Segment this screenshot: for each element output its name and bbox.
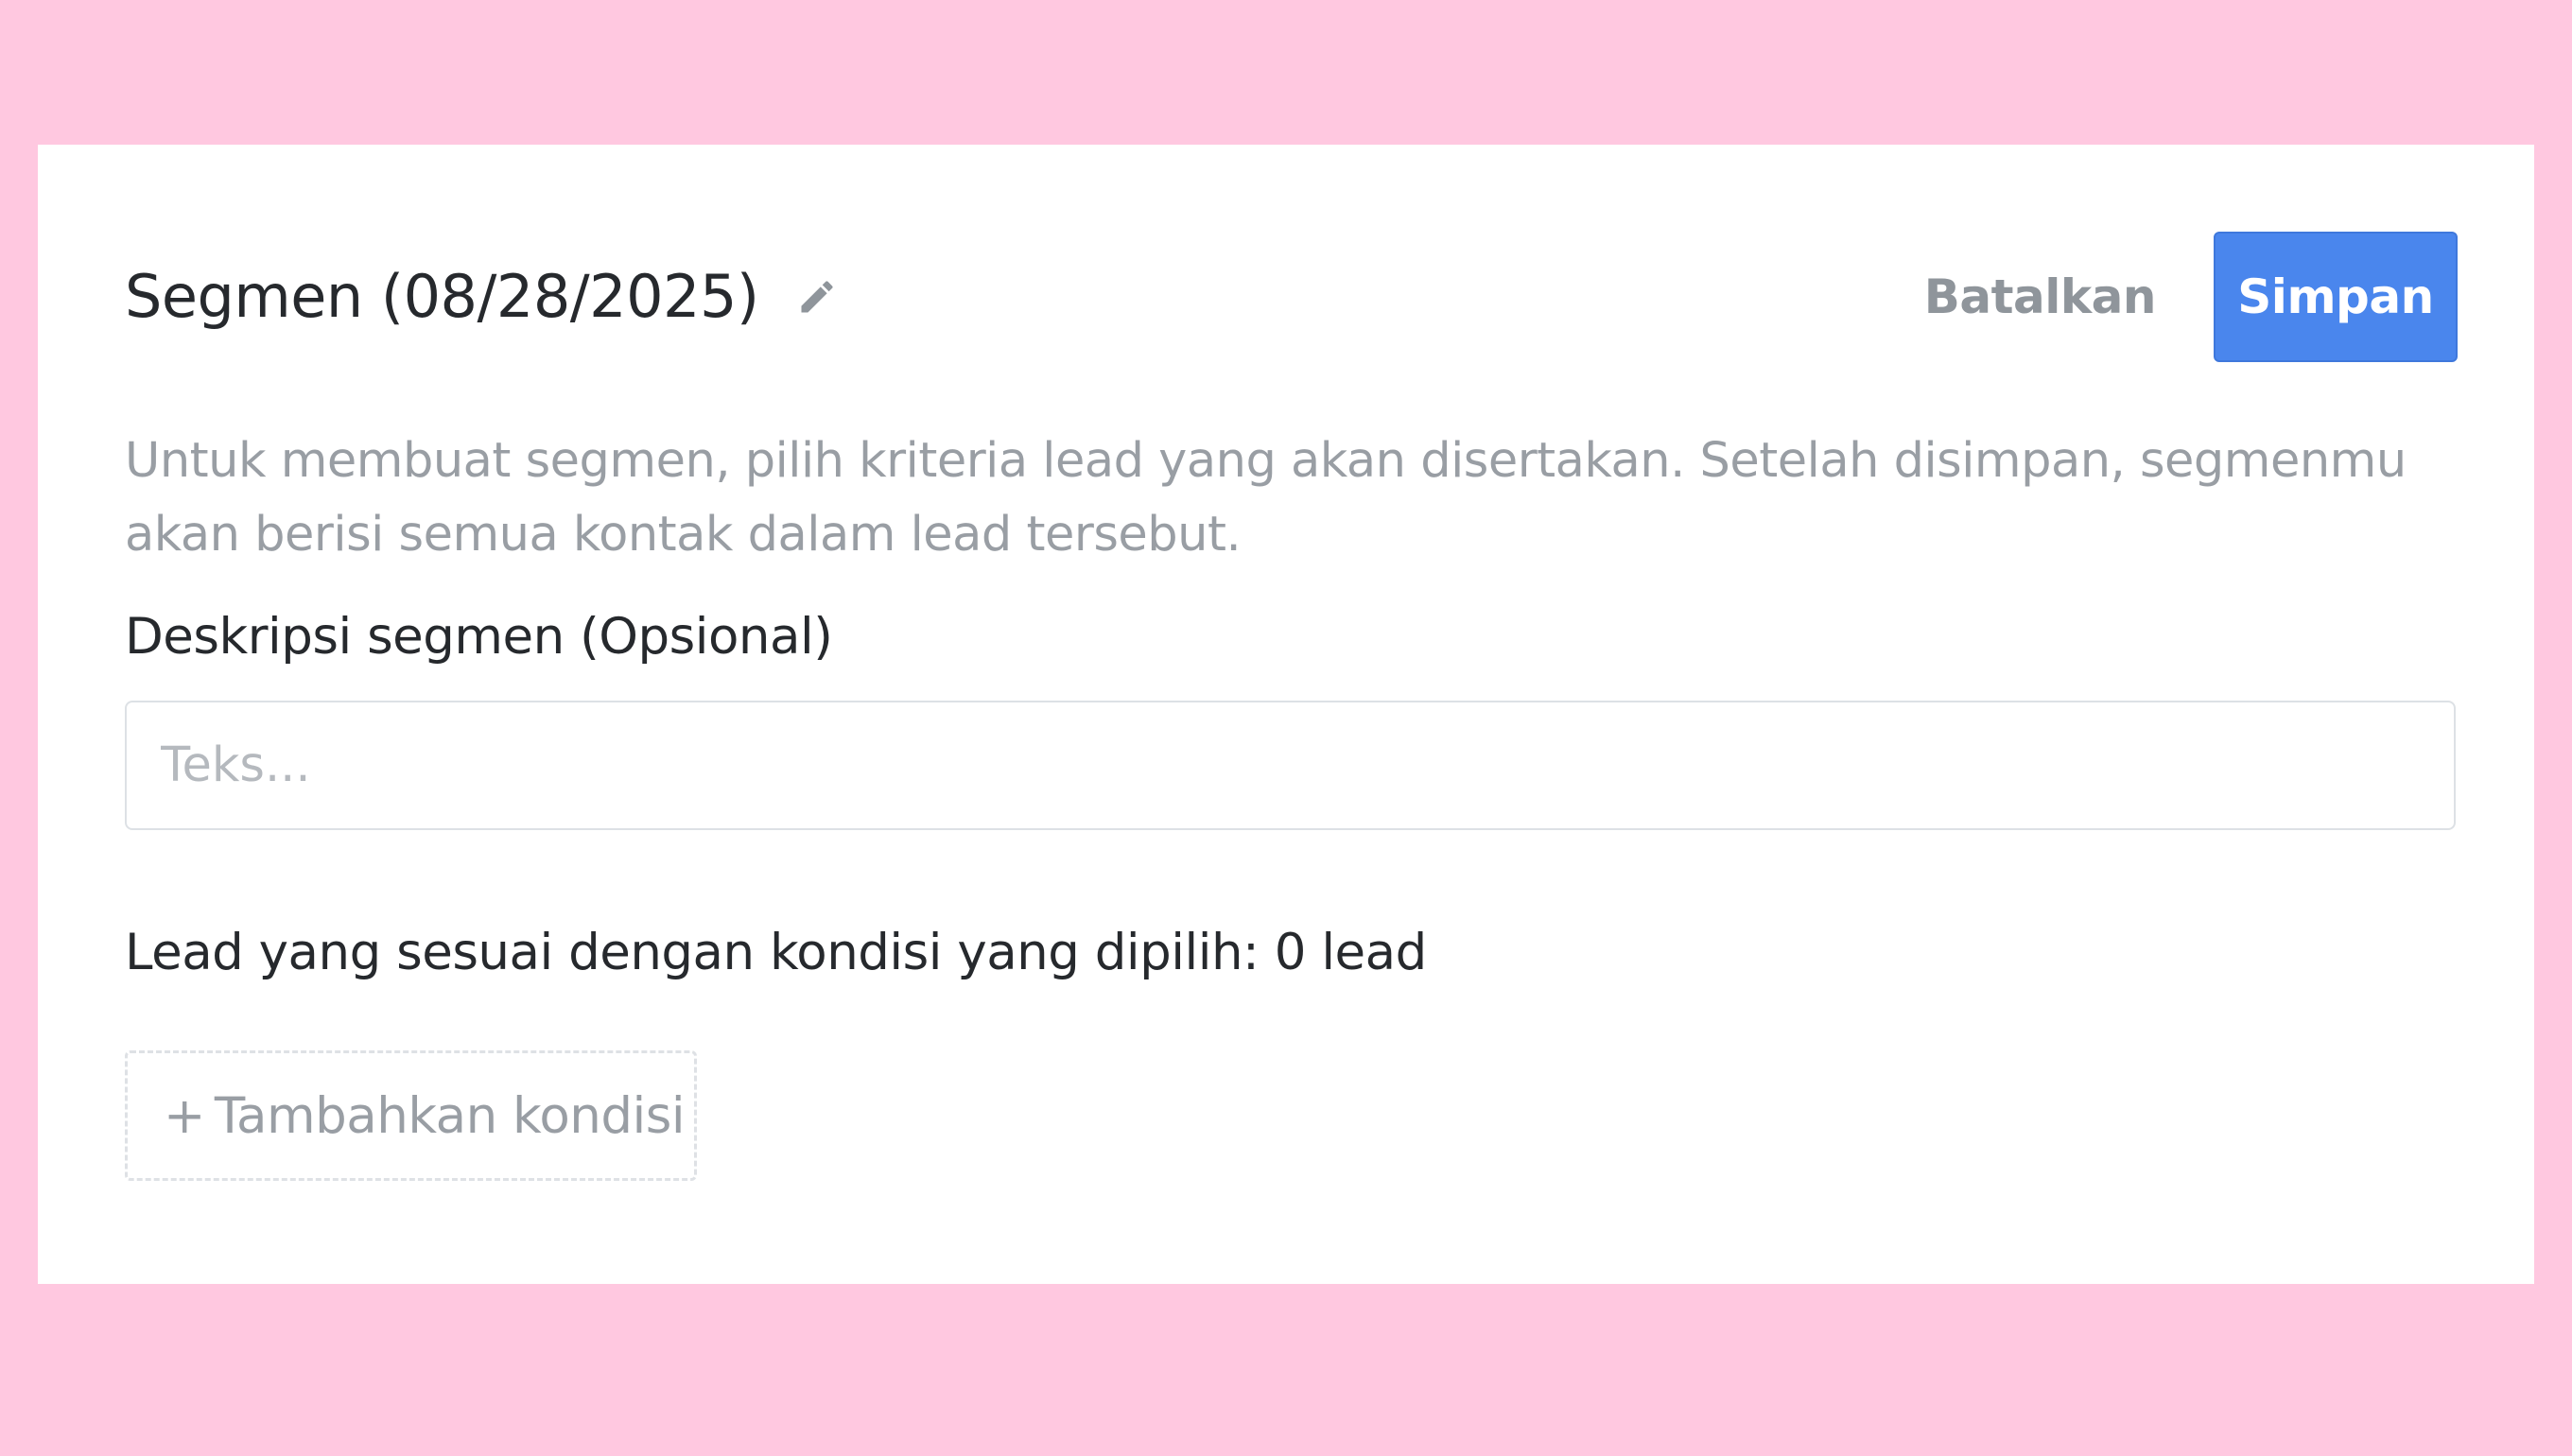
segment-card: Segmen (08/28/2025) Batalkan Simpan Untu… (38, 145, 2534, 1284)
save-button[interactable]: Simpan (2214, 232, 2458, 362)
segment-header: Segmen (08/28/2025) Batalkan Simpan (125, 232, 2458, 362)
header-actions: Batalkan Simpan (1924, 232, 2458, 362)
description-label: Deskripsi segmen (Opsional) (125, 608, 833, 666)
plus-icon: + (164, 1086, 205, 1145)
add-condition-label: Tambahkan kondisi (214, 1086, 686, 1145)
cancel-button[interactable]: Batalkan (1924, 269, 2157, 324)
segment-title: Segmen (08/28/2025) (125, 262, 759, 331)
add-condition-button[interactable]: + Tambahkan kondisi (125, 1050, 697, 1181)
intro-text: Untuk membuat segmen, pilih kriteria lea… (125, 433, 2407, 563)
title-group: Segmen (08/28/2025) (125, 232, 841, 362)
description-input[interactable] (125, 701, 2456, 830)
matching-leads-text: Lead yang sesuai dengan kondisi yang dip… (125, 924, 1427, 981)
pencil-icon[interactable] (793, 273, 841, 321)
